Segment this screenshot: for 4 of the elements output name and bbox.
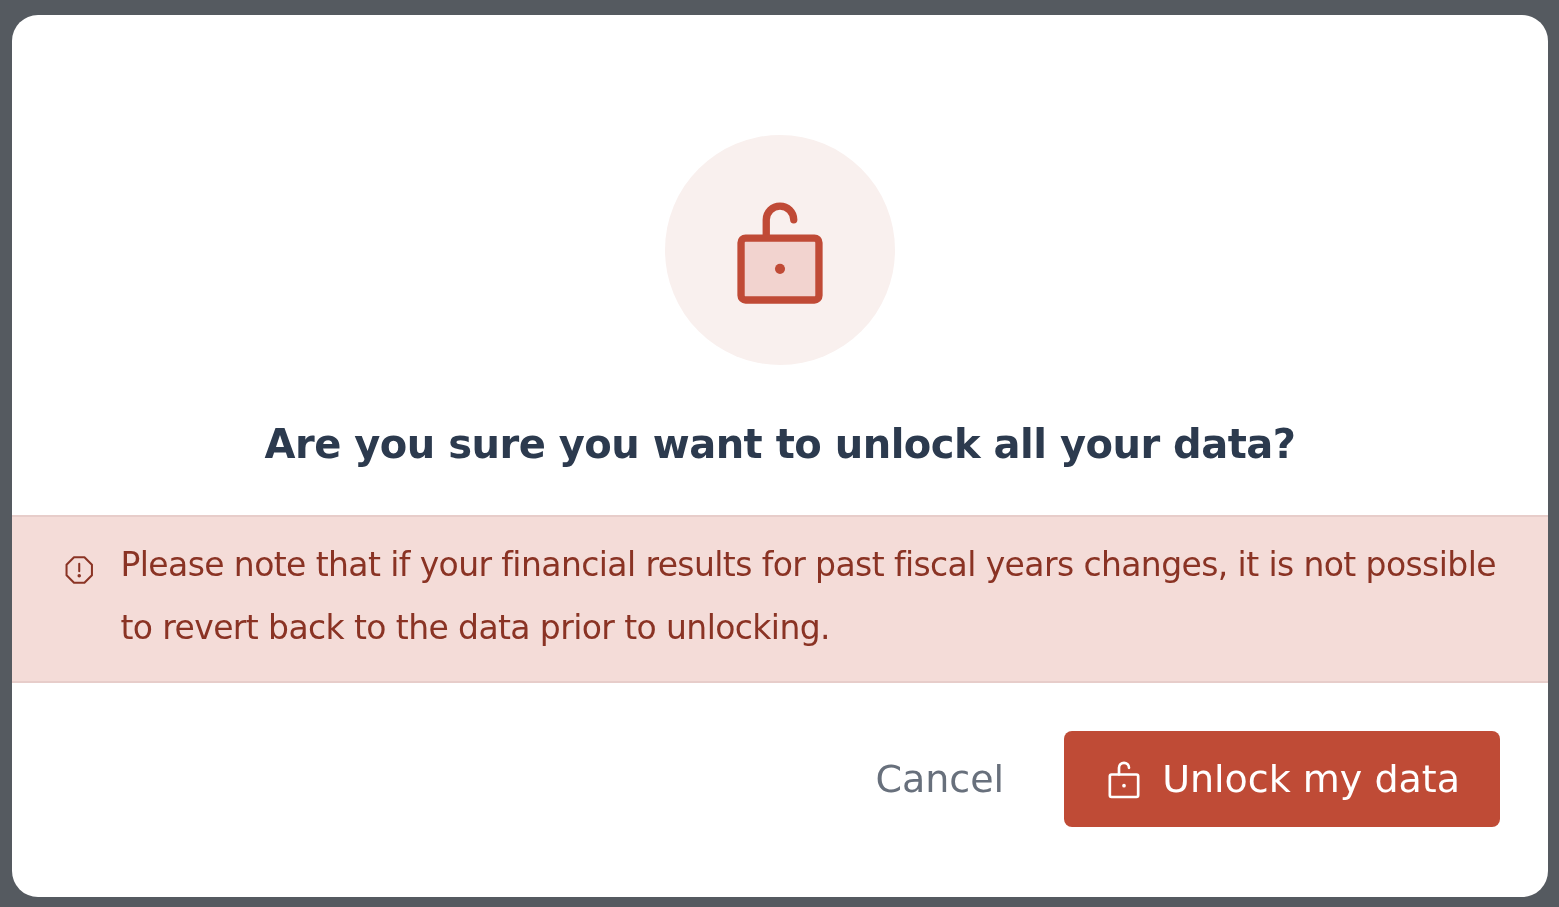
unlock-button[interactable]: Unlock my data (1064, 731, 1500, 827)
dialog-title: Are you sure you want to unlock all your data? (264, 421, 1296, 467)
cancel-button[interactable]: Cancel (875, 731, 1005, 827)
warning-text: Please note that if your financial results for past fiscal years changes, it is not possible to revert back to the data prior to unlocking. (120, 544, 1497, 649)
